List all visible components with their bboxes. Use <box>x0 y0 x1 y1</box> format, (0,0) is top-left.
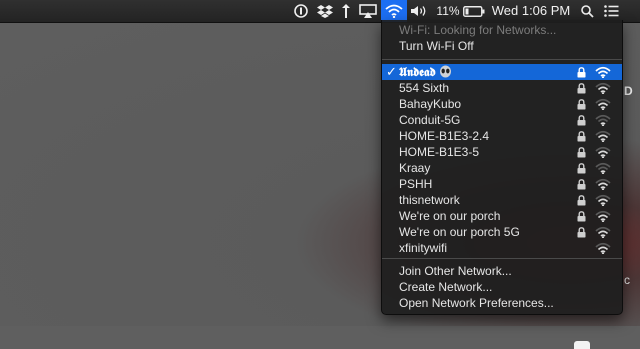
lock-icon <box>577 179 586 193</box>
lock-icon <box>577 211 586 225</box>
network-item[interactable]: Conduit-5G <box>382 112 622 128</box>
network-item[interactable]: We're on our porch <box>382 208 622 224</box>
wifi-signal-icon <box>595 146 611 161</box>
network-item[interactable]: PSHH <box>382 176 622 192</box>
lock-icon <box>577 163 586 177</box>
volume-icon[interactable] <box>409 0 429 22</box>
airplay-icon[interactable] <box>357 0 379 22</box>
desktop-label-c: c <box>624 273 630 287</box>
wifi-signal-icon <box>595 130 611 145</box>
lock-icon <box>577 131 586 145</box>
network-name: We're on our porch <box>399 209 501 223</box>
network-name: HOME-B1E3-2.4 <box>399 129 490 143</box>
open-network-preferences-item[interactable]: Open Network Preferences... <box>382 295 622 311</box>
wifi-icon <box>385 4 403 18</box>
network-name: thisnetwork <box>399 193 460 207</box>
network-item[interactable]: 554 Sixth <box>382 80 622 96</box>
network-name: 554 Sixth <box>399 81 450 95</box>
wifi-signal-icon <box>595 194 611 209</box>
wifi-status-label: Wi-Fi: Looking for Networks... <box>399 23 557 37</box>
wifi-status: Wi-Fi: Looking for Networks... <box>382 22 622 38</box>
lock-icon <box>577 99 586 113</box>
desktop-icon-fragment <box>574 341 590 349</box>
network-name: Kraay <box>399 161 431 175</box>
lock-icon <box>577 67 586 81</box>
battery-percent: 11% <box>436 4 460 18</box>
wifi-signal-icon <box>595 178 611 193</box>
turn-wifi-off-label: Turn Wi-Fi Off <box>399 39 474 53</box>
wifi-signal-icon <box>595 114 611 129</box>
lock-icon <box>577 83 586 97</box>
transfer-arrows-icon[interactable] <box>338 0 354 22</box>
join-other-network-item[interactable]: Join Other Network... <box>382 263 622 279</box>
menu-separator <box>382 59 622 60</box>
lock-icon <box>577 227 586 241</box>
network-item[interactable]: thisnetwork <box>382 192 622 208</box>
lock-icon <box>577 195 586 209</box>
notification-center-icon[interactable] <box>602 0 620 22</box>
wifi-signal-icon <box>595 226 611 241</box>
checkmark-icon: ✓ <box>386 64 397 79</box>
clock[interactable]: Wed 1:06 PM <box>491 0 571 22</box>
battery-icon[interactable] <box>462 0 486 22</box>
network-name: HOME-B1E3-5 <box>399 145 480 159</box>
turn-wifi-off-item[interactable]: Turn Wi-Fi Off <box>382 38 622 54</box>
create-network-item[interactable]: Create Network... <box>382 279 622 295</box>
join-other-network-label: Join Other Network... <box>399 264 512 278</box>
network-item[interactable]: We're on our porch 5G <box>382 224 622 240</box>
alien-icon <box>439 65 452 81</box>
wifi-signal-icon <box>595 98 611 113</box>
network-name: BahayKubo <box>399 97 462 111</box>
open-network-preferences-label: Open Network Preferences... <box>399 296 554 310</box>
network-item[interactable]: xfinitywifi <box>382 240 622 256</box>
network-item[interactable]: HOME-B1E3-5 <box>382 144 622 160</box>
network-name: xfinitywifi <box>399 241 448 255</box>
network-name: PSHH <box>399 177 433 191</box>
network-name: We're on our porch 5G <box>399 225 520 239</box>
menu-separator <box>382 258 622 259</box>
network-name: 𝖀𝖓𝖉𝖊𝖆𝖉 <box>399 65 436 79</box>
network-item[interactable]: HOME-B1E3-2.4 <box>382 128 622 144</box>
wifi-signal-icon <box>595 82 611 97</box>
network-item[interactable]: Kraay <box>382 160 622 176</box>
dropbox-icon[interactable] <box>315 0 335 22</box>
wifi-signal-icon <box>595 242 611 257</box>
lock-icon <box>577 147 586 161</box>
network-item[interactable]: BahayKubo <box>382 96 622 112</box>
wifi-menu-button[interactable] <box>381 0 407 22</box>
network-item[interactable]: ✓ 𝖀𝖓𝖉𝖊𝖆𝖉 <box>382 64 622 80</box>
spotlight-icon[interactable] <box>578 0 596 22</box>
desktop-label-d: D <box>624 84 633 98</box>
onepassword-icon[interactable] <box>292 0 310 22</box>
wifi-signal-icon <box>595 66 611 81</box>
lock-icon <box>577 115 586 129</box>
wifi-signal-icon <box>595 210 611 225</box>
network-name: Conduit-5G <box>399 113 461 127</box>
create-network-label: Create Network... <box>399 280 493 294</box>
wifi-signal-icon <box>595 162 611 177</box>
wifi-dropdown-menu: Wi-Fi: Looking for Networks... Turn Wi-F… <box>381 20 623 315</box>
